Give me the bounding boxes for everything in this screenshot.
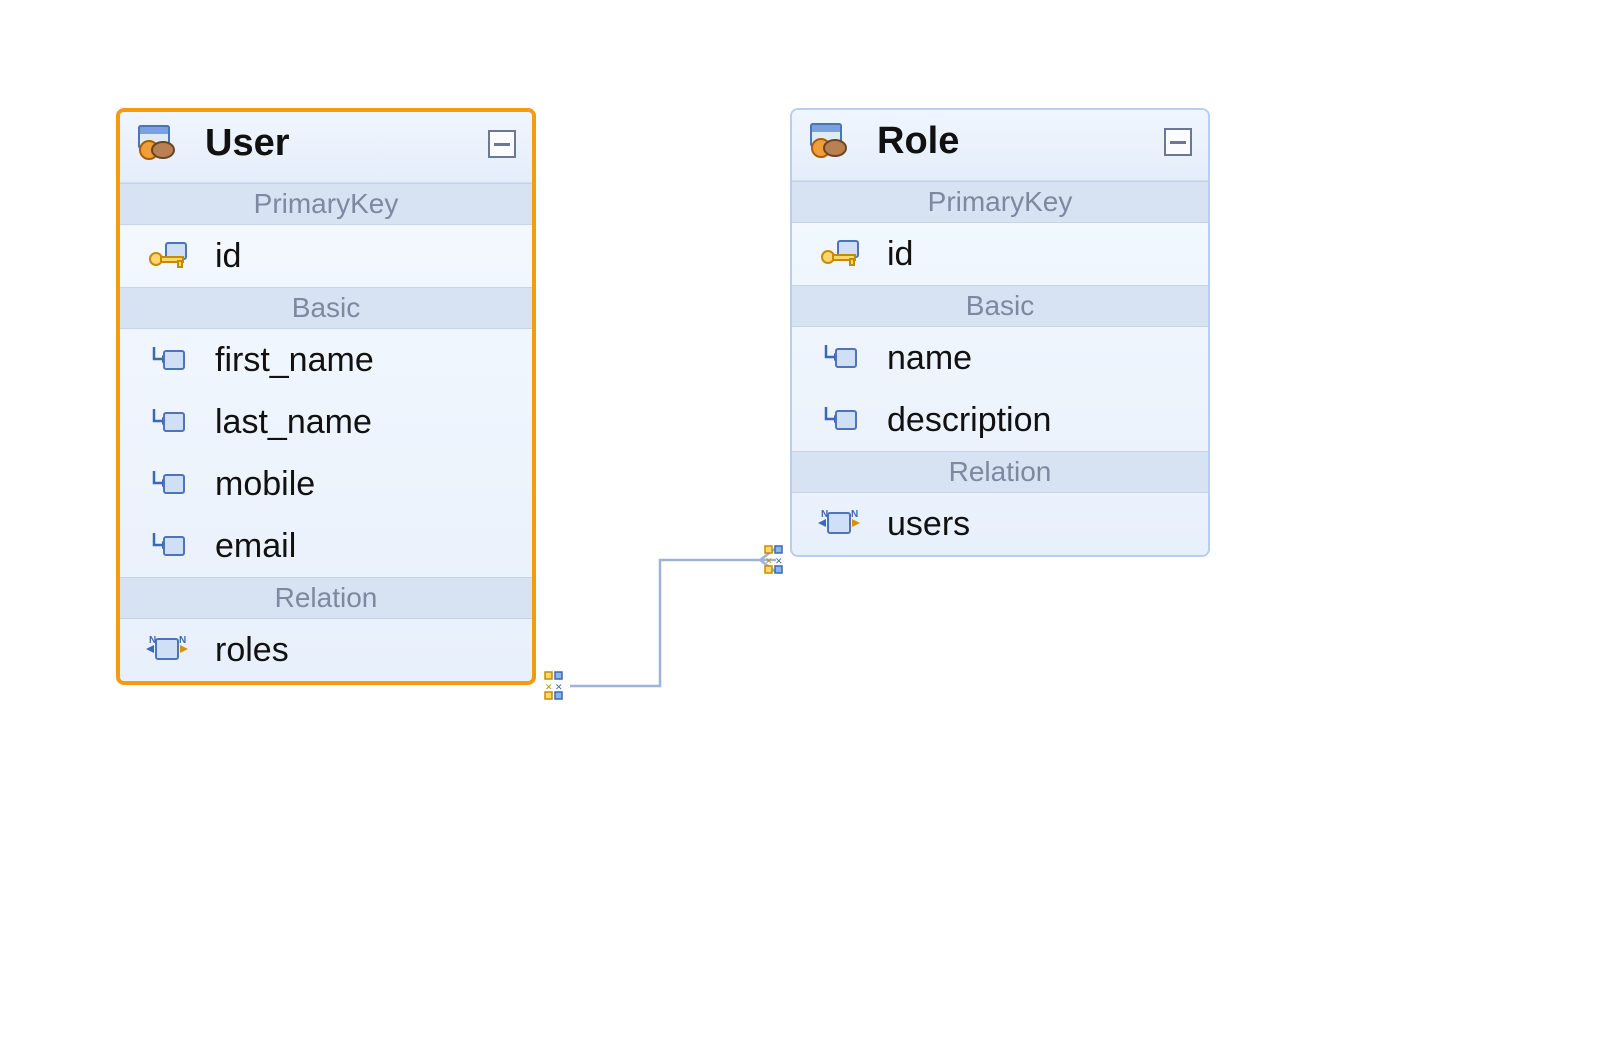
field-label: first_name [215,341,374,379]
entity-user-header[interactable]: User [120,112,532,183]
diagram-canvas[interactable]: User PrimaryKey id Basic first_name last… [0,0,1602,1058]
field-role-id[interactable]: id [792,223,1208,285]
collapse-icon[interactable] [1164,128,1192,156]
entity-role-header[interactable]: Role [792,110,1208,181]
section-basic-header: Basic [120,287,532,329]
entity-user[interactable]: User PrimaryKey id Basic first_name last… [116,108,536,685]
field-label: name [887,339,972,377]
section-relation-header: Relation [120,577,532,619]
entity-role-title: Role [877,120,959,163]
field-label: email [215,527,296,565]
key-icon [820,237,864,271]
key-icon [148,239,192,273]
field-label: mobile [215,465,315,503]
field-user-mobile[interactable]: mobile [120,453,532,515]
entity-icon [807,122,857,162]
field-label: id [215,237,241,275]
field-icon [148,343,192,377]
field-icon [148,467,192,501]
relation-icon [816,505,866,543]
field-role-name[interactable]: name [792,327,1208,389]
entity-role[interactable]: Role PrimaryKey id Basic name descriptio… [790,108,1210,557]
field-user-roles[interactable]: roles [120,619,532,681]
field-label: last_name [215,403,372,441]
section-basic-header: Basic [792,285,1208,327]
field-icon [148,529,192,563]
field-user-email[interactable]: email [120,515,532,577]
field-label: id [887,235,913,273]
field-label: description [887,401,1051,439]
field-icon [148,405,192,439]
field-user-id[interactable]: id [120,225,532,287]
field-role-users[interactable]: users [792,493,1208,555]
entity-user-title: User [205,122,290,165]
field-role-description[interactable]: description [792,389,1208,451]
field-icon [820,341,864,375]
section-primarykey-header: PrimaryKey [120,183,532,225]
field-label: roles [215,631,289,669]
field-label: users [887,505,970,543]
field-user-first-name[interactable]: first_name [120,329,532,391]
collapse-icon[interactable] [488,130,516,158]
field-user-last-name[interactable]: last_name [120,391,532,453]
section-relation-header: Relation [792,451,1208,493]
entity-icon [135,124,185,164]
field-icon [820,403,864,437]
relation-icon [144,631,194,669]
section-primarykey-header: PrimaryKey [792,181,1208,223]
